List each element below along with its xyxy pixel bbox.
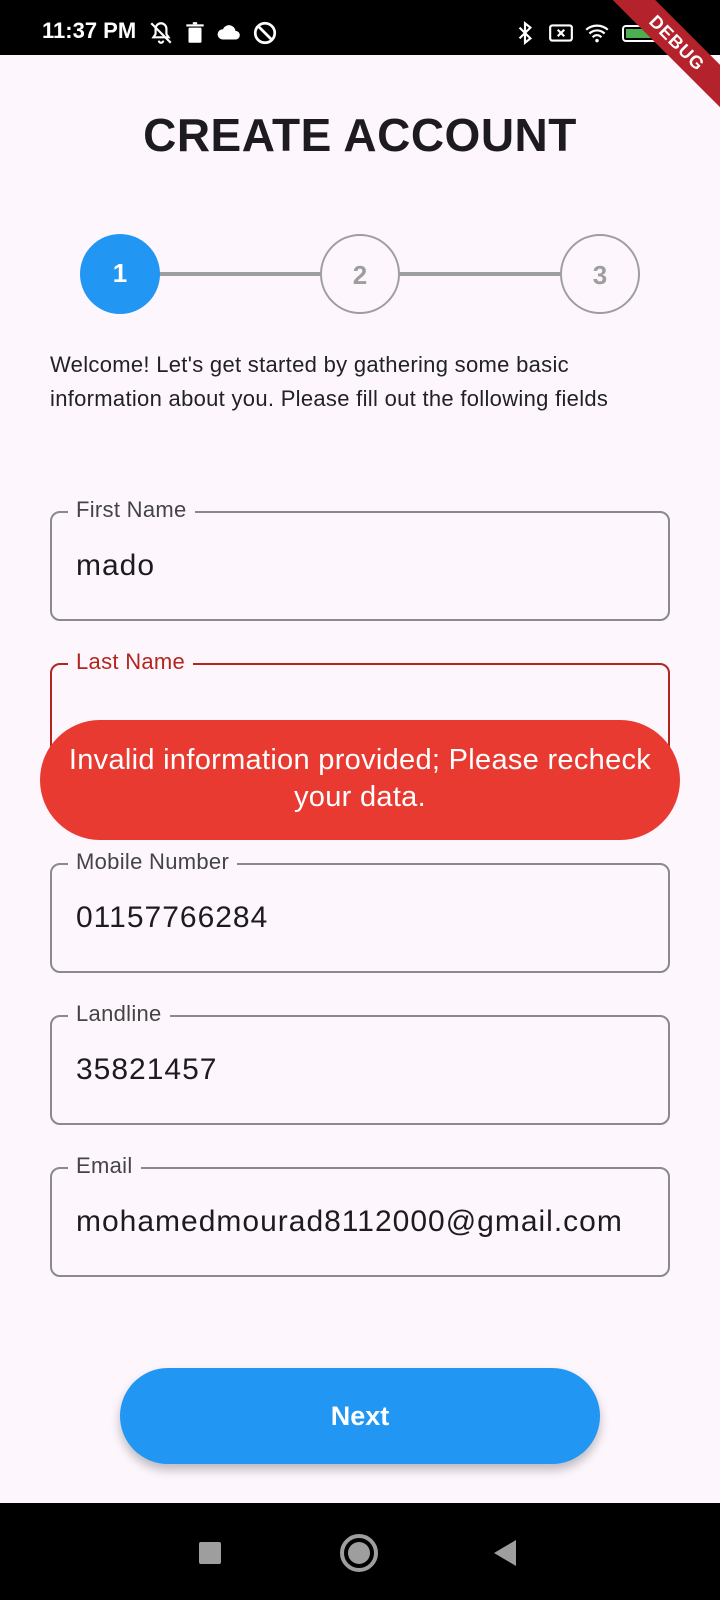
cloud-icon xyxy=(217,25,240,40)
no-sim-icon xyxy=(549,24,573,42)
email-field[interactable]: Email mohamedmourad8112000@gmail.com xyxy=(50,1153,670,1277)
landline-label: Landline xyxy=(68,1001,170,1027)
status-bar: 11:37 PM DEBUG xyxy=(0,0,720,121)
error-toast: Invalid information provided; Please rec… xyxy=(40,720,680,840)
data-saver-icon xyxy=(253,21,277,45)
home-circle-icon[interactable] xyxy=(337,1531,381,1575)
first-name-field[interactable]: First Name mado xyxy=(50,497,670,621)
mobile-number-label: Mobile Number xyxy=(68,849,238,875)
email-input[interactable]: mohamedmourad8112000@gmail.com xyxy=(76,1205,648,1239)
bluetooth-icon xyxy=(518,20,533,46)
step-1[interactable]: 1 xyxy=(80,234,160,314)
landline-field[interactable]: Landline 35821457 xyxy=(50,1001,670,1125)
step-connector xyxy=(158,272,320,276)
step-connector xyxy=(398,272,560,276)
status-time: 11:37 PM xyxy=(42,18,137,43)
notifications-off-icon xyxy=(150,22,172,44)
intro-text: Welcome! Let's get started by gathering … xyxy=(50,352,609,411)
wifi-icon xyxy=(585,24,609,43)
mobile-number-field[interactable]: Mobile Number 01157766284 xyxy=(50,849,670,973)
recents-square-icon[interactable] xyxy=(188,1531,232,1575)
step-2[interactable]: 2 xyxy=(320,234,400,314)
navigation-bar xyxy=(0,1503,720,1600)
mobile-number-input[interactable]: 01157766284 xyxy=(76,901,648,935)
landline-input[interactable]: 35821457 xyxy=(76,1053,648,1087)
step-3[interactable]: 3 xyxy=(560,234,640,314)
next-button[interactable]: Next xyxy=(120,1368,600,1464)
debug-banner: DEBUG xyxy=(599,0,720,121)
trash-icon xyxy=(186,22,204,43)
first-name-label: First Name xyxy=(68,497,195,523)
page-title: CREATE ACCOUNT xyxy=(143,109,577,161)
email-label: Email xyxy=(68,1153,141,1179)
last-name-label: Last Name xyxy=(68,649,194,675)
back-triangle-icon[interactable] xyxy=(484,1531,528,1575)
first-name-input[interactable]: mado xyxy=(76,549,648,583)
